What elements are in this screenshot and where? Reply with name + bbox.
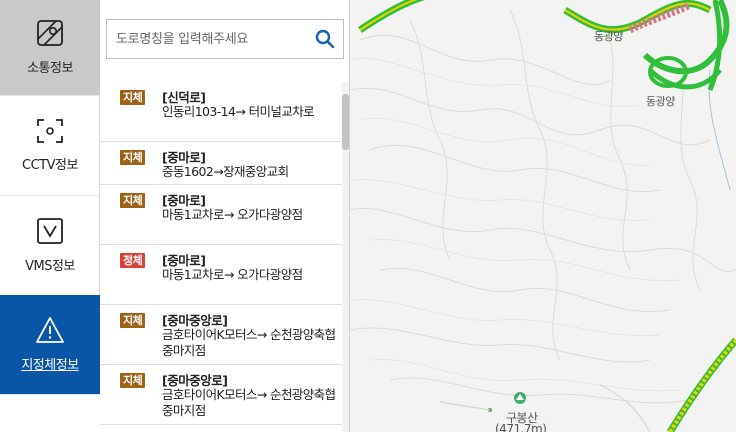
side-nav: 소통정보 CCTV정보 VMS정보 지정체정보 [0, 0, 100, 432]
search-icon [315, 29, 335, 49]
list-scrollbar[interactable] [342, 82, 349, 432]
list-item[interactable]: 지체 [중마중앙로] 금호타이어K모터스→ 순천광양축협중마지점 [100, 365, 342, 425]
nav-cctv-info-label: CCTV정보 [22, 158, 78, 173]
list-item[interactable]: 지체 [신덕로] 인동리103-14→ 터미널교차로 [100, 82, 342, 142]
nav-traffic-info-label: 소통정보 [27, 61, 73, 76]
map-place-label: 동광양 [594, 30, 623, 43]
incident-panel: 지체 [신덕로] 인동리103-14→ 터미널교차로 지체 [중마로] 중동16… [100, 0, 350, 432]
list-item[interactable]: 지체 [중마로] 마동1교차로→ 오가다광양점 [100, 185, 342, 245]
incident-section: 금호타이어K모터스→ 순천광양축협중마지점 [162, 387, 336, 418]
nav-cctv-info[interactable]: CCTV정보 [0, 96, 100, 196]
incident-section: 중동1602→장재중앙교회 [162, 164, 289, 179]
search-box [106, 19, 344, 59]
map-view[interactable]: 동광양 동광양 구봉산 (471.7m) [350, 0, 736, 432]
nav-vms-info[interactable]: VMS정보 [0, 196, 100, 296]
incident-section: 마동1교차로→ 오가다광양점 [162, 267, 303, 282]
map-place-label: 동광양 [646, 95, 675, 108]
highway-bottom [667, 337, 736, 432]
status-badge: 지체 [120, 150, 146, 165]
terrain-contours [350, 0, 736, 432]
traffic-map-icon [37, 20, 63, 46]
search-button[interactable] [307, 20, 343, 58]
status-badge: 지체 [120, 373, 146, 388]
incident-list: 지체 [신덕로] 인동리103-14→ 터미널교차로 지체 [중마로] 중동16… [100, 82, 342, 432]
status-badge: 지체 [120, 313, 146, 328]
cctv-icon [37, 119, 63, 143]
incident-section: 인동리103-14→ 터미널교차로 [162, 104, 315, 119]
status-badge: 정체 [120, 253, 146, 268]
status-badge: 지체 [120, 193, 146, 208]
nav-congestion-info-label: 지정체정보 [21, 358, 79, 373]
scroll-thumb[interactable] [342, 94, 349, 150]
nav-spacer [0, 395, 100, 432]
nav-congestion-info[interactable]: 지정체정보 [0, 295, 100, 395]
map-summit-elevation: (471.7m) [495, 422, 547, 432]
list-item[interactable]: 정체 [중마로] 마동1교차로→ 오가다광양점 [100, 245, 342, 305]
highway-top [358, 0, 730, 91]
list-item[interactable]: 지체 [중마로] 중동1602→장재중앙교회 [100, 142, 342, 185]
nav-traffic-info[interactable]: 소통정보 [0, 0, 100, 96]
list-item[interactable]: 지체 [중마중앙로] 금호타이어K모터스→ 순천광양축협중마지점 [100, 305, 342, 365]
incident-section: 마동1교차로→ 오가다광양점 [162, 207, 303, 222]
search-input[interactable] [107, 20, 307, 58]
incident-section: 금호타이어K모터스→ 순천광양축협중마지점 [162, 327, 336, 358]
nav-vms-info-label: VMS정보 [25, 259, 75, 274]
warning-icon [36, 317, 64, 343]
vms-icon [37, 218, 63, 244]
status-badge: 지체 [120, 90, 146, 105]
